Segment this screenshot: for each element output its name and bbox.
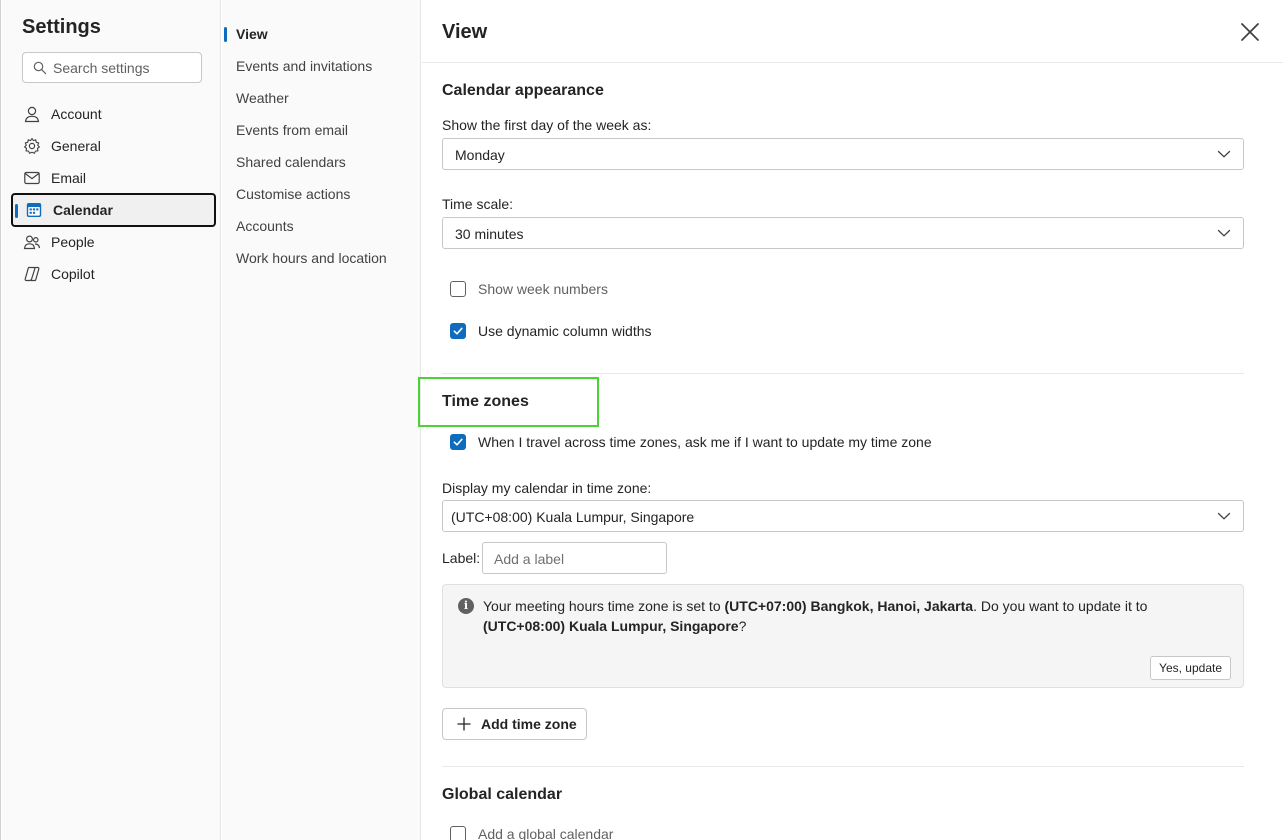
dynamic-column-widths-label: Use dynamic column widths	[478, 323, 652, 339]
plus-icon	[457, 717, 471, 731]
subnav-item-events-invitations[interactable]: Events and invitations	[236, 58, 372, 74]
show-week-numbers-label: Show week numbers	[478, 281, 608, 297]
add-time-zone-button[interactable]: Add time zone	[442, 708, 587, 740]
nav-item-general[interactable]: General	[11, 129, 216, 163]
people-icon	[23, 235, 41, 250]
nav-item-calendar[interactable]: Calendar	[11, 193, 216, 227]
info-text-part: Your meeting hours time zone is set to	[483, 598, 725, 614]
section-title-calendar-appearance: Calendar appearance	[442, 82, 604, 99]
timezone-info-banner: i Your meeting hours time zone is set to…	[442, 584, 1244, 688]
nav-item-label: Calendar	[53, 202, 113, 218]
chevron-down-icon	[1217, 150, 1231, 158]
info-new-timezone: (UTC+08:00) Kuala Lumpur, Singapore	[483, 618, 739, 634]
settings-title: Settings	[22, 16, 101, 38]
time-scale-label: Time scale:	[442, 196, 514, 212]
display-timezone-label: Display my calendar in time zone:	[442, 480, 652, 496]
nav-item-people[interactable]: People	[11, 225, 216, 259]
search-input[interactable]	[53, 58, 197, 78]
section-divider	[442, 766, 1244, 767]
time-scale-value: 30 minutes	[455, 226, 524, 242]
subnav-item-work-hours[interactable]: Work hours and location	[236, 250, 387, 266]
label-field-label: Label:	[442, 550, 481, 566]
settings-left-nav: Settings Account General	[2, 0, 221, 840]
label-input[interactable]	[494, 549, 654, 569]
search-box[interactable]	[22, 52, 202, 83]
info-icon: i	[458, 598, 474, 614]
subnav-item-shared-calendars[interactable]: Shared calendars	[236, 154, 346, 170]
panel-title: View	[442, 21, 488, 43]
travel-prompt-checkbox[interactable]	[450, 434, 466, 450]
section-title-time-zones: Time zones	[442, 393, 529, 410]
display-timezone-value: (UTC+08:00) Kuala Lumpur, Singapore	[451, 509, 695, 525]
nav-item-account[interactable]: Account	[11, 97, 216, 131]
copilot-icon	[24, 266, 40, 282]
add-time-zone-label: Add time zone	[481, 716, 577, 732]
timezone-info-text: Your meeting hours time zone is set to (…	[483, 596, 1233, 636]
person-icon	[24, 106, 40, 123]
chevron-down-icon	[1217, 229, 1231, 237]
nav-item-email[interactable]: Email	[11, 161, 216, 195]
subnav-item-customise-actions[interactable]: Customise actions	[236, 186, 350, 202]
label-input-box[interactable]	[482, 542, 667, 574]
chevron-down-icon	[1217, 512, 1231, 520]
close-icon[interactable]	[1237, 19, 1263, 45]
gear-icon	[24, 137, 40, 154]
section-title-global-calendar: Global calendar	[442, 786, 563, 803]
nav-item-copilot[interactable]: Copilot	[11, 257, 216, 291]
add-global-calendar-checkbox[interactable]	[450, 826, 466, 840]
selected-indicator	[224, 27, 227, 42]
display-timezone-dropdown[interactable]: (UTC+08:00) Kuala Lumpur, Singapore	[442, 500, 1244, 532]
checkmark-icon	[453, 438, 463, 446]
show-week-numbers-checkbox[interactable]	[450, 281, 466, 297]
first-day-label: Show the first day of the week as:	[442, 117, 652, 133]
add-global-calendar-label: Add a global calendar	[478, 826, 614, 840]
nav-item-label: Account	[51, 106, 102, 122]
first-day-value: Monday	[455, 147, 505, 163]
view-settings-panel: View Calendar appearance Show the first …	[418, 0, 1283, 840]
info-text-part: . Do you want to update it to	[973, 598, 1148, 614]
info-text-part: ?	[738, 618, 747, 634]
travel-prompt-label: When I travel across time zones, ask me …	[478, 434, 932, 450]
subnav-item-view[interactable]: View	[236, 26, 268, 42]
first-day-dropdown[interactable]: Monday	[442, 138, 1244, 170]
subnav-item-accounts[interactable]: Accounts	[236, 218, 294, 234]
header-divider	[422, 62, 1283, 63]
nav-item-label: Email	[51, 170, 87, 186]
calendar-sub-nav: View Events and invitations Weather Even…	[222, 0, 421, 840]
calendar-icon	[26, 203, 42, 217]
subnav-item-weather[interactable]: Weather	[236, 90, 289, 106]
search-icon	[33, 61, 47, 75]
settings-window: Settings Account General	[0, 0, 1283, 840]
nav-item-label: People	[51, 234, 95, 250]
yes-update-button[interactable]: Yes, update	[1150, 656, 1231, 680]
subnav-item-events-from-email[interactable]: Events from email	[236, 122, 348, 138]
checkmark-icon	[453, 327, 463, 335]
info-current-timezone: (UTC+07:00) Bangkok, Hanoi, Jakarta	[724, 598, 974, 614]
nav-item-label: Copilot	[51, 266, 95, 282]
time-scale-dropdown[interactable]: 30 minutes	[442, 217, 1244, 249]
section-divider	[442, 373, 1244, 374]
dynamic-column-widths-checkbox[interactable]	[450, 323, 466, 339]
mail-icon	[24, 171, 40, 185]
nav-item-label: General	[51, 138, 101, 154]
